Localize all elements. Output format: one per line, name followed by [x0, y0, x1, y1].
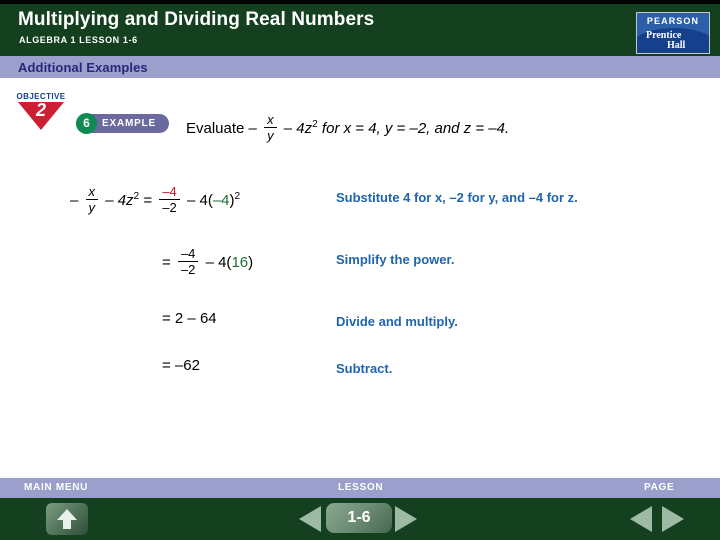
- additional-examples-bar: Additional Examples: [0, 56, 720, 78]
- step-2-numerator: –4: [180, 246, 196, 261]
- step-1-math: – x y – 4z2 = –4 –2 – 4(–4)2: [70, 184, 241, 216]
- lesson-subtitle: ALGEBRA 1 LESSON 1-6: [19, 35, 138, 45]
- step-3-note: Divide and multiply.: [336, 314, 458, 329]
- step-1-lhs-numerator: x: [88, 184, 96, 199]
- problem-fraction-numerator: x: [267, 112, 274, 127]
- step-1-lhs-fraction: x y: [85, 184, 99, 215]
- logo-pearson-text: PEARSON: [646, 16, 700, 26]
- arrow-stem-shape: [63, 520, 71, 529]
- page-label: PAGE: [644, 482, 675, 493]
- page-title: Multiplying and Dividing Real Numbers: [18, 9, 375, 30]
- step-2-fraction: –4 –2: [177, 246, 199, 277]
- slide-header: Multiplying and Dividing Real Numbers AL…: [0, 4, 720, 56]
- step-3-math: = 2 – 64: [162, 310, 217, 327]
- step-1-note: Substitute 4 for x, –2 for y, and –4 for…: [336, 190, 578, 205]
- step-2-denominator: –2: [180, 262, 196, 277]
- step-4-note: Subtract.: [336, 361, 393, 376]
- problem-fraction: x y: [264, 113, 277, 143]
- lesson-next-button[interactable]: [395, 506, 417, 532]
- step-1-minus: –: [70, 191, 79, 209]
- objective-triangle-icon: 2: [18, 100, 64, 130]
- example-number-circle: 6: [76, 113, 97, 134]
- pearson-prentice-hall-logo: PEARSON Prentice Hall: [636, 12, 710, 54]
- objective-number: 2: [35, 100, 46, 120]
- home-arrow-icon: [57, 509, 77, 529]
- page-next-button[interactable]: [662, 506, 684, 532]
- step-1-equals: =: [143, 191, 153, 209]
- lesson-prev-button[interactable]: [299, 506, 321, 532]
- step-2-equals: =: [162, 253, 171, 271]
- step-2-tail-value: 16: [231, 253, 249, 271]
- step-1-rhs-numerator: –4: [162, 184, 177, 199]
- step-1-tail-value: –4: [212, 191, 230, 209]
- problem-conditions: for x = 4, y = –2, and z = –4.: [317, 119, 510, 137]
- problem-term: – 4z: [283, 119, 313, 137]
- logo-hall-text: Hall: [667, 40, 686, 51]
- page-prev-button[interactable]: [630, 506, 652, 532]
- step-1-rhs-denominator: –2: [162, 200, 177, 215]
- step-1-tail-open: – 4(: [186, 191, 213, 209]
- step-1-lhs-exponent: 2: [133, 190, 140, 202]
- lesson-number-button[interactable]: 1-6: [326, 503, 392, 533]
- arrow-head-shape: [57, 509, 77, 520]
- step-2-note: Simplify the power.: [336, 252, 455, 267]
- additional-examples-label: Additional Examples: [18, 60, 148, 75]
- step-4-math: = –62: [162, 357, 200, 374]
- problem-minus: –: [248, 119, 257, 137]
- step-1-rhs-fraction: –4 –2: [159, 184, 180, 215]
- step-2-tail-close: ): [248, 253, 254, 271]
- step-1-tail-exponent: 2: [234, 190, 241, 202]
- problem-fraction-denominator: y: [267, 128, 274, 143]
- footer-label-bar: MAIN MENU LESSON PAGE: [0, 478, 720, 498]
- lesson-label: LESSON: [338, 482, 384, 493]
- problem-statement: Evaluate – x y – 4z2 for x = 4, y = –2, …: [186, 113, 510, 144]
- objective-badge: OBJECTIVE 2: [8, 92, 74, 130]
- step-2-math: = –4 –2 – 4(16): [162, 246, 254, 278]
- step-1-lhs-denominator: y: [88, 200, 96, 215]
- problem-lead: Evaluate: [186, 119, 245, 137]
- main-menu-home-button[interactable]: [46, 503, 88, 535]
- step-1-lhs-term: – 4z: [105, 191, 134, 209]
- step-2-tail-open: – 4(: [205, 253, 232, 271]
- main-menu-label: MAIN MENU: [24, 482, 89, 493]
